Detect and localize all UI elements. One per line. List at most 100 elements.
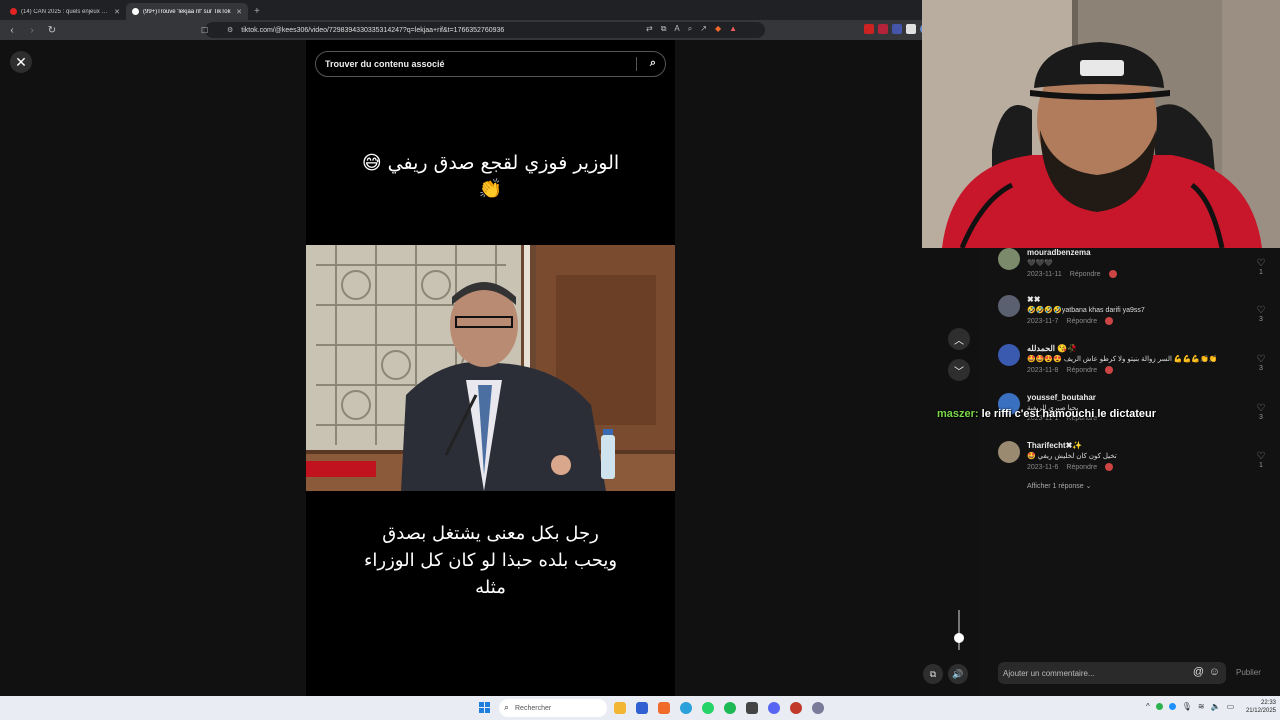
like-button[interactable]: ♡ 3 <box>1254 403 1268 421</box>
previous-video-button[interactable]: ︿ <box>948 328 970 350</box>
caption-line: 👏 <box>478 178 503 200</box>
floating-player-button[interactable]: ⧉ <box>923 664 943 684</box>
telegram-icon[interactable] <box>680 702 692 714</box>
creator-like-icon <box>1105 463 1114 471</box>
whatsapp-icon[interactable] <box>702 702 714 714</box>
comment-date: 2023-11-7 <box>1027 317 1059 325</box>
open-in-app-icon[interactable]: ⧉ <box>661 24 667 34</box>
like-count: 1 <box>1259 462 1263 469</box>
back-icon[interactable]: ‹ <box>6 25 18 36</box>
reply-button[interactable]: Répondre <box>1066 318 1097 325</box>
comment-date: 2023-11-11 <box>1027 270 1062 278</box>
app-icon[interactable] <box>636 702 648 714</box>
comment-placeholder: Ajouter un commentaire... <box>1003 668 1095 678</box>
avatar[interactable] <box>998 441 1020 463</box>
share-icon[interactable]: ↗ <box>700 24 707 34</box>
wifi-icon[interactable]: ≋ <box>1198 702 1205 711</box>
mute-button[interactable]: 🔊 <box>948 664 968 684</box>
volume-slider[interactable] <box>958 610 960 650</box>
comment-input[interactable]: Ajouter un commentaire... @ ☺ <box>998 662 1226 684</box>
emoji-icon[interactable]: ☺ <box>1209 666 1220 678</box>
creator-like-icon <box>1105 317 1114 325</box>
avatar[interactable] <box>998 344 1020 366</box>
close-tab-icon[interactable]: ✕ <box>114 8 120 16</box>
comment-date: 2023-11-6 <box>1027 463 1059 471</box>
speaker-icon[interactable]: 🔈 <box>1211 702 1221 711</box>
tab-title: (14) CAN 2025 : quels enjeux pour le <box>21 8 111 15</box>
file-explorer-icon[interactable] <box>614 702 626 714</box>
new-tab-button[interactable]: + <box>254 3 260 20</box>
spotify-icon[interactable] <box>724 702 736 714</box>
brave-browser-icon[interactable] <box>658 702 670 714</box>
extensions-area <box>864 24 930 34</box>
brave-shield-icon[interactable]: ◆ <box>715 24 721 34</box>
site-info-icon[interactable]: ⚙ <box>227 26 233 34</box>
zoom-icon[interactable]: ⌕ <box>688 24 692 34</box>
search-icon[interactable]: ⌕ <box>650 57 656 70</box>
show-replies-button[interactable]: Afficher 1 réponse ⌄ <box>1027 482 1092 490</box>
reload-icon[interactable]: ↻ <box>46 25 58 36</box>
comment-username[interactable]: الحمدلله 😘🥀 <box>1027 344 1077 353</box>
windows-taskbar: ⌕ Rechercher ^ 🎙 ≋ 🔈 ▭ 22:33 21/12/2025 <box>0 696 1280 720</box>
tray-app-icon[interactable] <box>1155 703 1163 710</box>
windows-start-icon[interactable] <box>479 702 491 714</box>
like-button[interactable]: ♡ 3 <box>1254 354 1268 372</box>
reply-button[interactable]: Répondre <box>1066 464 1097 471</box>
parliament-speaker-image <box>306 245 675 491</box>
extension-icon[interactable] <box>892 24 902 34</box>
browser-tab-tiktok[interactable]: (99+)Trouve 'lekjaa rif' sur TikTok ✕ <box>126 3 248 20</box>
mention-icon[interactable]: @ <box>1193 666 1204 678</box>
show-replies-label: Afficher 1 réponse <box>1027 483 1084 490</box>
comment-username[interactable]: Tharifecht✖✨ <box>1027 441 1082 450</box>
discord-icon[interactable] <box>768 702 780 714</box>
chevron-down-icon: ﹀ <box>954 366 964 378</box>
extension-icon[interactable] <box>878 24 888 34</box>
mini-player-icon: ⧉ <box>929 668 937 679</box>
comment-date: 2023-11-8 <box>1027 366 1059 374</box>
comment-username[interactable]: mouradbenzema <box>1027 248 1091 257</box>
caption-line: مثله <box>475 577 506 598</box>
battery-icon[interactable]: ▭ <box>1227 702 1235 711</box>
volume-slider-handle[interactable] <box>954 633 964 643</box>
like-count: 3 <box>1259 414 1263 421</box>
next-video-button[interactable]: ﹀ <box>948 359 970 381</box>
comment-text: 🤣🤣🤣🤣yatbana khas darifi ya9ss7 <box>1027 307 1145 314</box>
avatar[interactable] <box>998 248 1020 270</box>
streamer-webcam <box>922 0 1280 248</box>
comment-username[interactable]: youssef_boutahar <box>1027 393 1096 402</box>
chevron-up-icon[interactable]: ^ <box>1146 702 1150 711</box>
chevron-up-icon: ︿ <box>954 335 964 347</box>
text-icon[interactable]: A <box>674 24 679 34</box>
close-video-button[interactable]: ✕ <box>10 51 32 73</box>
reply-button[interactable]: Répondre <box>1066 367 1097 374</box>
avatar[interactable] <box>998 295 1020 317</box>
translate-icon[interactable]: ⇄ <box>646 24 653 34</box>
comment-meta: 2023-11-7 Répondre <box>1027 317 1114 325</box>
video-caption-bottom: رجل بكل معنى يشتغل بصدق ويحب بلده حبذا ل… <box>326 520 655 601</box>
tab-title: (99+)Trouve 'lekjaa rif' sur TikTok <box>143 8 231 15</box>
extension-icon[interactable] <box>906 24 916 34</box>
app-icon[interactable] <box>746 702 758 714</box>
brave-rewards-icon[interactable]: ▲ <box>729 24 737 34</box>
app-icon[interactable] <box>790 702 802 714</box>
like-button[interactable]: ♡ 1 <box>1254 451 1268 469</box>
settings-icon[interactable] <box>812 702 824 714</box>
browser-tab-can2025[interactable]: (14) CAN 2025 : quels enjeux pour le ✕ <box>4 3 126 20</box>
heart-icon: ♡ <box>1256 451 1266 462</box>
related-search-input[interactable]: Trouver du contenu associé ⌕ <box>315 51 666 77</box>
like-button[interactable]: ♡ 3 <box>1254 305 1268 323</box>
reply-button[interactable]: Répondre <box>1070 271 1101 278</box>
tray-app-icon[interactable] <box>1168 703 1176 710</box>
like-button[interactable]: ♡ 1 <box>1254 258 1268 276</box>
taskbar-search[interactable]: ⌕ Rechercher <box>499 699 607 717</box>
close-tab-icon[interactable]: ✕ <box>236 8 242 16</box>
taskbar-clock[interactable]: 22:33 21/12/2025 <box>1236 699 1276 715</box>
comment-username[interactable]: ✖✖ <box>1027 295 1040 304</box>
mic-icon[interactable]: 🎙 <box>1182 702 1192 711</box>
publish-button[interactable]: Publier <box>1236 668 1261 677</box>
bookmark-icon[interactable]: ☐ <box>201 26 208 35</box>
forward-icon[interactable]: › <box>26 25 38 36</box>
youtube-favicon-icon <box>10 8 17 15</box>
video-player[interactable]: Trouver du contenu associé ⌕ الوزير فوزي… <box>306 40 675 696</box>
extension-icon[interactable] <box>864 24 874 34</box>
